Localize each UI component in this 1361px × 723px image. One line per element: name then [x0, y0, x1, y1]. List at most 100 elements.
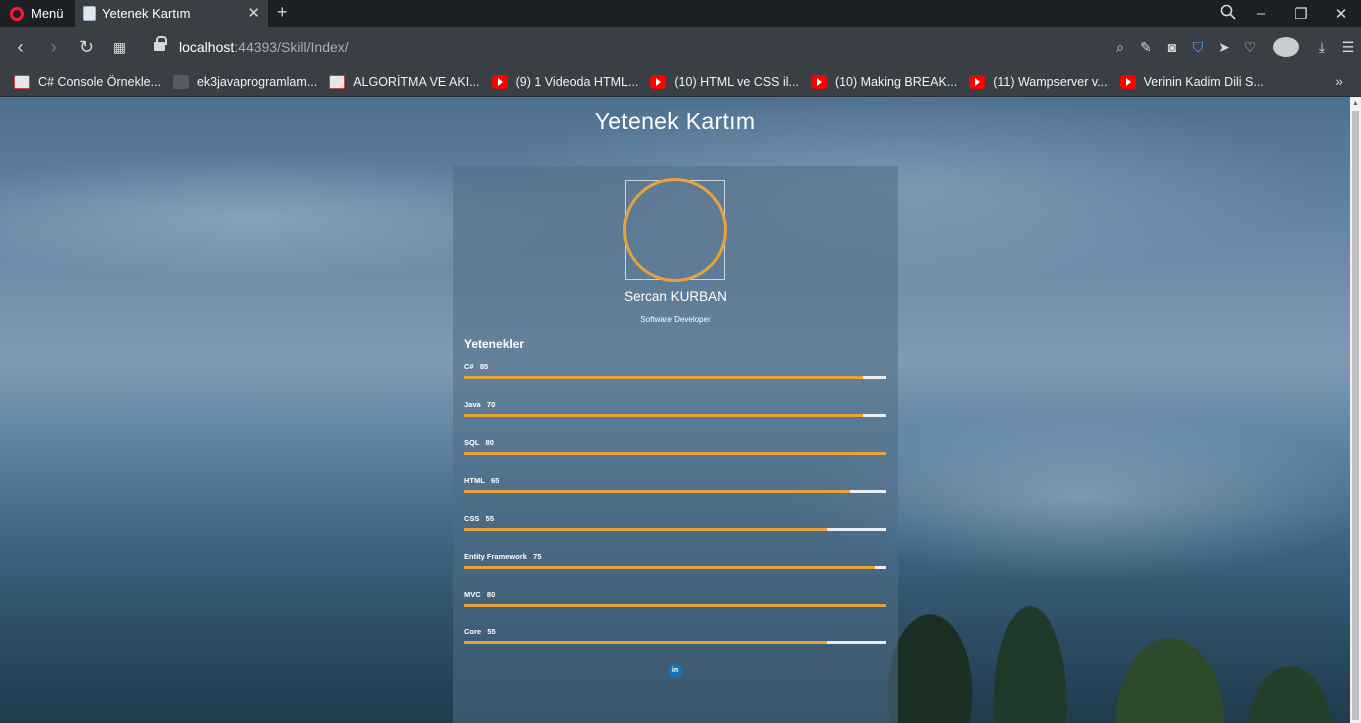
- bookmark-item[interactable]: (10) HTML ve CSS il...: [650, 74, 799, 89]
- linkedin-icon[interactable]: in: [668, 664, 682, 678]
- site-favicon-icon: [329, 74, 346, 89]
- camera-icon[interactable]: ◙: [1159, 39, 1185, 55]
- skill-row: CSS 55: [464, 514, 886, 531]
- site-favicon-icon: [172, 74, 189, 89]
- youtube-icon: [650, 74, 667, 89]
- skill-row: C# 85: [464, 362, 886, 379]
- opera-logo-icon: [10, 6, 24, 21]
- skill-progress-fill: [464, 376, 863, 379]
- tab-search-icon[interactable]: [1220, 4, 1236, 20]
- skill-progress-track: [464, 414, 886, 417]
- skill-card: Sercan KURBAN Software Developer Yetenek…: [453, 166, 898, 723]
- bookmarks-overflow-icon[interactable]: »: [1335, 73, 1343, 89]
- bookmark-label: ALGORİTMA VE AKI...: [353, 74, 480, 89]
- bookmark-label: (10) HTML ve CSS il...: [674, 74, 799, 89]
- skill-row: SQL 80: [464, 438, 886, 455]
- bookmark-item[interactable]: (9) 1 Videoda HTML...: [491, 74, 639, 89]
- bookmark-label: C# Console Örnekle...: [38, 74, 161, 89]
- new-tab-button[interactable]: +: [277, 3, 288, 21]
- skill-row: Core 55: [464, 627, 886, 644]
- skill-progress-track: [464, 528, 886, 531]
- skill-row: Entity Framework 75: [464, 552, 886, 569]
- profile-image-ring: [623, 178, 727, 282]
- skill-row: MVC 80: [464, 590, 886, 607]
- page-scrollbar[interactable]: ▲: [1350, 97, 1361, 723]
- restore-icon[interactable]: ❐: [1281, 5, 1321, 23]
- bookmarks-bar: C# Console Örnekle... ek3javaprogramlam.…: [0, 67, 1361, 97]
- opera-menu-button[interactable]: Menü: [0, 0, 73, 27]
- tab-grid-icon[interactable]: ▦: [103, 39, 136, 56]
- youtube-icon: [810, 74, 827, 89]
- skill-label: SQL 80: [464, 438, 494, 447]
- skill-progress-track: [464, 604, 886, 607]
- skill-progress-track: [464, 641, 886, 644]
- page-title: Yetenek Kartım: [594, 108, 756, 134]
- skill-progress-fill: [464, 566, 876, 569]
- skill-label: Core 55: [464, 627, 496, 636]
- tab-title: Yetenek Kartım: [102, 6, 191, 21]
- skill-progress-track: [464, 452, 886, 455]
- scrollbar-thumb[interactable]: [1352, 111, 1359, 720]
- skill-progress-track: [464, 490, 886, 493]
- youtube-icon: [969, 74, 986, 89]
- person-name: Sercan KURBAN: [624, 289, 727, 304]
- person-role: Software Developer: [640, 315, 711, 324]
- minimize-icon[interactable]: –: [1241, 5, 1281, 22]
- page-viewport: Yetenek Kartım Sercan KURBAN Software De…: [0, 97, 1350, 723]
- tab-close-icon[interactable]: ✕: [247, 6, 260, 21]
- skill-progress-fill: [464, 452, 886, 455]
- skill-progress-track: [464, 566, 886, 569]
- bookmark-item[interactable]: (11) Wampserver v...: [969, 74, 1108, 89]
- url-path: :44393/Skill/Index/: [234, 39, 349, 55]
- skill-label: Entity Framework 75: [464, 552, 542, 561]
- edit-icon[interactable]: ✎: [1133, 39, 1159, 56]
- adblock-shield-icon[interactable]: ⛉: [1185, 39, 1211, 56]
- bookmark-item[interactable]: (10) Making BREAK...: [810, 74, 958, 89]
- page-favicon-icon: [83, 6, 96, 21]
- download-icon[interactable]: ⤓: [1309, 39, 1335, 56]
- easy-setup-icon[interactable]: ☰: [1335, 39, 1361, 56]
- close-window-icon[interactable]: ✕: [1321, 5, 1361, 23]
- skill-label: HTML 65: [464, 476, 500, 485]
- bookmark-label: ek3javaprogramlam...: [196, 74, 318, 89]
- url-host: localhost: [179, 39, 235, 55]
- skill-progress-fill: [464, 528, 827, 531]
- scroll-up-icon[interactable]: ▲: [1352, 100, 1359, 107]
- bookmark-item[interactable]: Verinin Kadim Dili S...: [1119, 74, 1264, 89]
- skill-label: C# 85: [464, 362, 489, 371]
- bookmark-item[interactable]: ALGORİTMA VE AKI...: [329, 74, 480, 89]
- skill-row: Java 70: [464, 400, 886, 417]
- skill-progress-fill: [464, 641, 827, 644]
- skill-progress-track: [464, 376, 886, 379]
- profile-avatar[interactable]: [1273, 37, 1299, 57]
- url-field[interactable]: localhost:44393/Skill/Index/: [154, 36, 349, 55]
- back-icon[interactable]: ‹: [4, 37, 37, 58]
- tab-active[interactable]: Yetenek Kartım ✕: [75, 0, 268, 27]
- youtube-icon: [1119, 74, 1136, 89]
- bookmark-label: Verinin Kadim Dili S...: [1143, 74, 1264, 89]
- bookmark-label: (11) Wampserver v...: [993, 74, 1108, 89]
- site-favicon-icon: [14, 74, 30, 89]
- bookmark-label: (9) 1 Videoda HTML...: [515, 74, 639, 89]
- zoom-icon[interactable]: ⌕: [1107, 39, 1133, 56]
- skill-progress-fill: [464, 414, 863, 417]
- heart-icon[interactable]: ♡: [1237, 39, 1263, 56]
- bookmark-item[interactable]: ek3javaprogramlam...: [172, 74, 318, 89]
- menu-label: Menü: [31, 6, 64, 21]
- skill-label: MVC 80: [464, 590, 496, 599]
- bookmark-item[interactable]: C# Console Örnekle...: [14, 74, 161, 89]
- skill-progress-fill: [464, 490, 851, 493]
- skills-heading: Yetenekler: [464, 337, 525, 351]
- skill-label: CSS 55: [464, 514, 495, 523]
- youtube-icon: [491, 74, 508, 89]
- forward-icon[interactable]: ›: [37, 37, 70, 58]
- bookmark-label: (10) Making BREAK...: [834, 74, 958, 89]
- send-icon[interactable]: ➤: [1211, 39, 1237, 56]
- skill-row: HTML 65: [464, 476, 886, 493]
- skill-progress-fill: [464, 604, 886, 607]
- address-bar: ‹ › ↻ ▦ localhost:44393/Skill/Index/ ⌕ ✎…: [0, 27, 1361, 67]
- skill-label: Java 70: [464, 400, 496, 409]
- reload-icon[interactable]: ↻: [70, 37, 103, 58]
- tab-strip: Menü Yetenek Kartım ✕ + – ❐ ✕: [0, 0, 1361, 27]
- lock-icon: [154, 36, 167, 53]
